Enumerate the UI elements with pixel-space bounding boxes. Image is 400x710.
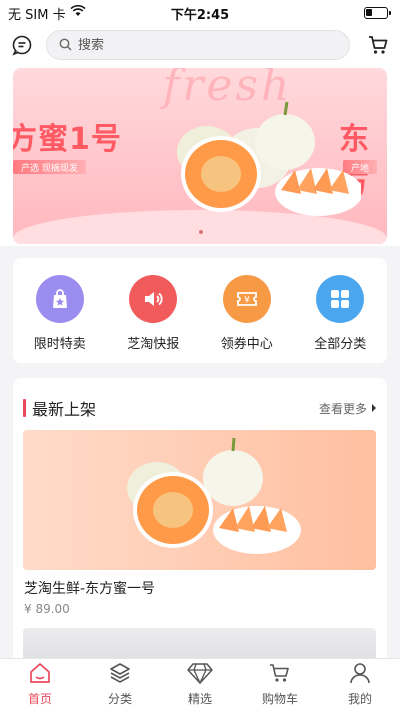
search-icon — [59, 36, 72, 55]
melon-image — [177, 101, 361, 216]
grid-icon — [316, 275, 365, 323]
speaker-icon — [129, 275, 178, 323]
section-title: 最新上架 — [23, 396, 96, 420]
cart-icon — [268, 662, 292, 687]
tab-label: 分类 — [107, 692, 132, 706]
coupon-ticket-icon: ¥ — [222, 275, 271, 323]
see-more-link[interactable]: 查看更多 — [319, 400, 377, 417]
status-bar: 无 SIM 卡 下午2:45 — [0, 0, 400, 26]
category-label: 芝淘快报 — [127, 337, 180, 352]
tab-label: 首页 — [27, 692, 52, 706]
message-icon[interactable] — [10, 33, 34, 57]
category-all[interactable]: 全部分类 — [300, 275, 380, 352]
tab-home[interactable]: 首页 — [5, 662, 75, 707]
product-name[interactable]: 芝淘生鲜-东方蜜一号 — [24, 578, 155, 598]
promo-banner[interactable]: fresh 方蜜1号 东方 产选 现摘现发 产地 — [13, 68, 387, 244]
tab-cart[interactable]: 购物车 — [245, 662, 315, 707]
category-shortcuts: 限时特卖 芝淘快报 ¥ 领券中心 全部分类 — [13, 258, 387, 363]
category-label: 领券中心 — [220, 337, 273, 352]
cart-icon[interactable] — [366, 33, 390, 57]
layers-icon — [108, 662, 132, 687]
tab-profile[interactable]: 我的 — [325, 662, 395, 707]
user-icon — [348, 662, 372, 687]
category-label: 全部分类 — [314, 337, 367, 352]
product-image[interactable] — [23, 430, 376, 570]
category-label: 限时特卖 — [33, 337, 86, 352]
flash-sale-bag-icon — [35, 275, 84, 323]
section-title-text: 最新上架 — [32, 400, 97, 419]
status-time: 下午2:45 — [170, 7, 230, 23]
svg-text:¥: ¥ — [244, 296, 250, 306]
category-flash-sale[interactable]: 限时特卖 — [20, 275, 100, 352]
tab-category[interactable]: 分类 — [85, 662, 155, 707]
banner-title-left: 方蜜1号 — [13, 122, 122, 157]
melon-product-image — [127, 437, 301, 554]
top-bar — [0, 26, 400, 64]
tab-featured[interactable]: 精选 — [165, 662, 235, 707]
chevron-right-icon — [371, 401, 377, 415]
banner-area: fresh 方蜜1号 东方 产选 现摘现发 产地 — [0, 64, 400, 246]
search-bar[interactable] — [46, 30, 350, 60]
section-accent-bar — [23, 399, 26, 417]
category-coupons[interactable]: ¥ 领券中心 — [207, 275, 287, 352]
category-news[interactable]: 芝淘快报 — [113, 275, 193, 352]
banner-tag-left: 产选 现摘现发 — [13, 160, 86, 174]
product-price: ¥ 89.00 — [24, 602, 70, 616]
home-icon — [28, 662, 52, 687]
tab-label: 购物车 — [261, 692, 298, 706]
bottom-tab-bar: 首页 分类 精选 购物车 我的 — [0, 658, 400, 710]
tab-label: 我的 — [347, 692, 372, 706]
banner-pager-dot — [199, 230, 203, 234]
new-arrivals-section: 最新上架 查看更多 芝淘生鲜-东方蜜一号 ¥ 89.00 — [13, 378, 387, 670]
battery-icon — [364, 7, 391, 19]
tab-label: 精选 — [187, 692, 212, 706]
see-more-label: 查看更多 — [318, 401, 367, 416]
diamond-icon — [187, 662, 213, 687]
section-header: 最新上架 查看更多 — [13, 378, 387, 438]
search-input[interactable] — [78, 37, 337, 53]
